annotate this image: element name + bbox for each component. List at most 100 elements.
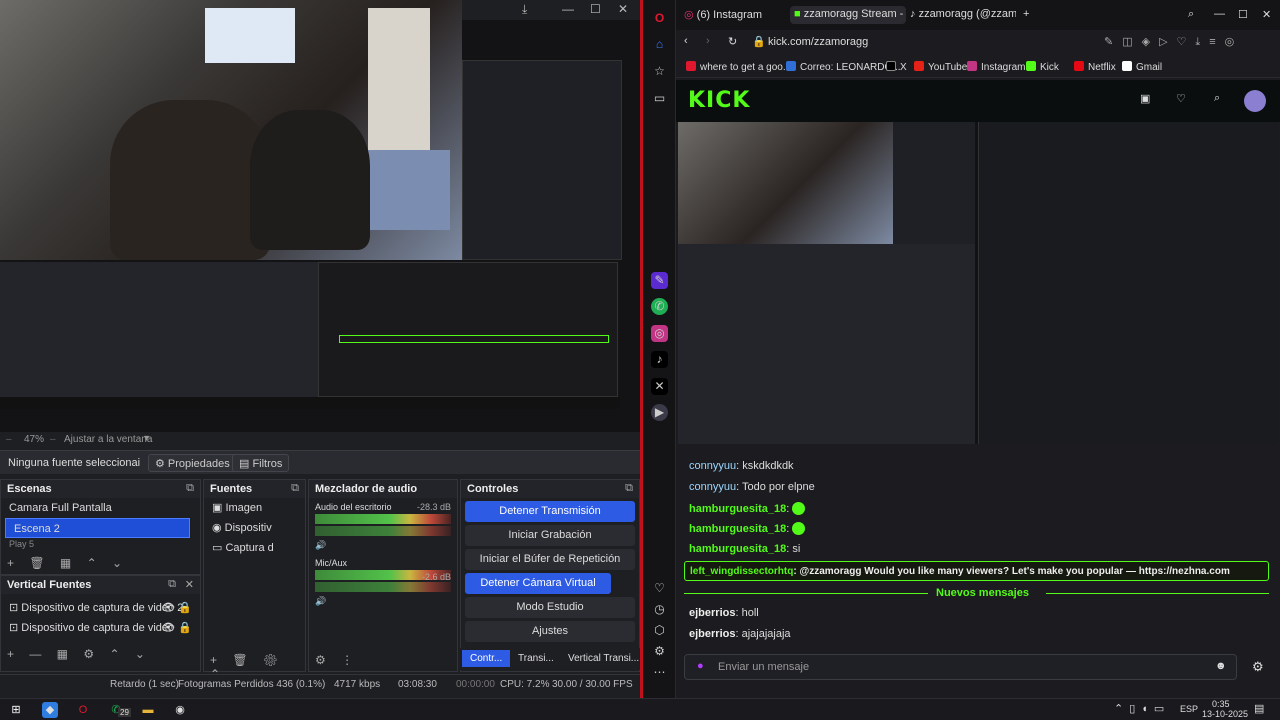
obs-icon[interactable]: ◉ xyxy=(172,702,188,718)
chat-username[interactable]: hamburguesita_18 xyxy=(689,503,786,515)
close-icon[interactable]: ✕ xyxy=(185,578,194,591)
replay-buffer-button[interactable]: Iniciar el Búfer de Repetición xyxy=(465,549,635,570)
stop-stream-button[interactable]: Detener Transmisión xyxy=(465,501,635,522)
new-tab-button[interactable]: + xyxy=(1019,6,1033,24)
settings-icon[interactable]: ⚙ xyxy=(651,643,668,660)
forward-icon[interactable]: › xyxy=(706,35,710,47)
tiktok-icon[interactable]: ♪ xyxy=(651,351,668,368)
emoji-icon[interactable]: ☻ xyxy=(1215,660,1227,672)
mixer-footer[interactable]: ⚙ ⋮ xyxy=(309,651,457,671)
zoom-level[interactable]: 47% xyxy=(24,434,44,445)
search-icon[interactable]: ⌕ xyxy=(1214,92,1220,105)
tab-controls[interactable]: Contr... xyxy=(462,650,511,667)
filters-button[interactable]: ▤ Filtros xyxy=(232,454,290,472)
more-icon[interactable]: ⋯ xyxy=(651,664,668,681)
volume-slider[interactable]: 🔊 xyxy=(315,540,451,550)
avatar[interactable] xyxy=(1244,90,1266,112)
chat-username[interactable]: connyyuu xyxy=(689,481,736,493)
chat-username[interactable]: left_wingdissectorhtq xyxy=(690,566,793,577)
maximize-icon[interactable]: ☐ xyxy=(1234,6,1252,24)
start-recording-button[interactable]: Iniciar Grabación xyxy=(465,525,635,546)
start-icon[interactable]: ⊞ xyxy=(8,702,24,718)
search-icon[interactable]: ⌕ xyxy=(1184,6,1198,24)
microphone-icon[interactable]: ● xyxy=(697,660,704,672)
chat-input[interactable]: ● Enviar un mensaje ☻ xyxy=(684,654,1237,680)
clock-time[interactable]: 0:35 xyxy=(1212,699,1230,709)
opera-icon[interactable]: O xyxy=(75,702,91,718)
studio-mode-button[interactable]: Modo Estudio xyxy=(465,597,635,618)
bookmark-item[interactable]: Netflix xyxy=(1074,61,1116,73)
address-toolbar-icons[interactable]: ✎◫◈▷♡⤓≡◎ xyxy=(1104,35,1243,49)
volume-slider[interactable]: 🔊 xyxy=(315,596,451,606)
notifications-icon[interactable]: ▤ xyxy=(1254,702,1264,715)
box-icon[interactable]: ⬡ xyxy=(651,622,668,639)
vertical-source-item[interactable]: ⊡ Dispositivo de captura de video 👁 🔒 xyxy=(1,618,200,638)
close-icon[interactable]: ✕ xyxy=(618,2,628,16)
messenger-icon[interactable]: ▭ xyxy=(651,90,668,107)
tab-instagram[interactable]: ◎ (6) Instagram xyxy=(680,6,790,24)
tab-vertical-transitions[interactable]: Vertical Transi... xyxy=(568,653,639,664)
dock-float-icon[interactable]: ⧉ xyxy=(291,482,299,495)
properties-button[interactable]: ⚙ Propiedades xyxy=(148,454,237,472)
vertical-sources-footer[interactable]: + — ▦ ⚙ ⌃ ⌄ xyxy=(1,645,200,665)
source-item[interactable]: ▭ Captura d xyxy=(204,538,305,558)
player-icon[interactable]: ▶ xyxy=(651,404,668,421)
eye-lock-icon[interactable]: 👁 🔒 xyxy=(161,618,192,638)
maximize-icon[interactable]: ☐ xyxy=(590,2,601,16)
tab-kick-stream[interactable]: ■ zzamoragg Stream - Wat xyxy=(790,6,906,24)
chat-username[interactable]: connyyuu xyxy=(689,460,736,472)
scene-item[interactable]: Camara Full Pantalla xyxy=(1,498,200,518)
tab-transitions[interactable]: Transi... xyxy=(518,653,554,664)
chat-settings-icon[interactable]: ⚙ xyxy=(1252,659,1264,675)
scene-item[interactable]: Play 5 xyxy=(1,538,200,550)
stream-video[interactable] xyxy=(678,122,1278,444)
minimize-icon[interactable]: — xyxy=(1210,6,1229,24)
kick-logo[interactable]: KICK xyxy=(688,88,750,113)
opera-logo-icon[interactable]: O xyxy=(651,10,668,27)
star-icon[interactable]: ☆ xyxy=(651,63,668,80)
chat-username[interactable]: ejberrios xyxy=(689,607,735,619)
source-item[interactable]: ▣ Imagen xyxy=(204,498,305,518)
sources-footer[interactable]: + 🗑 ⚙ ⌃ xyxy=(204,651,305,681)
close-icon[interactable]: ✕ xyxy=(1258,6,1275,24)
folder-icon[interactable]: ▬ xyxy=(140,702,156,718)
back-icon[interactable]: ‹ xyxy=(684,35,688,47)
bookmark-item[interactable]: X xyxy=(886,61,907,73)
heart-icon[interactable]: ♡ xyxy=(651,580,668,597)
tab-tiktok[interactable]: ♪ zzamoragg (@zzamo xyxy=(906,6,1016,24)
url-field[interactable]: kick.com/zzamoragg xyxy=(768,36,868,48)
whatsapp-icon[interactable]: ✆ xyxy=(651,298,668,315)
bookmark-item[interactable]: Gmail xyxy=(1122,61,1162,73)
language[interactable]: ESP xyxy=(1180,704,1198,714)
chat-username[interactable]: hamburguesita_18 xyxy=(689,523,786,535)
clock-date[interactable]: 13-10-2025 xyxy=(1202,709,1248,719)
scene-item-selected[interactable]: Escena 2 xyxy=(5,518,190,538)
instagram-icon[interactable]: ◎ xyxy=(651,325,668,342)
x-icon[interactable]: ✕ xyxy=(651,378,668,395)
chevron-down-icon[interactable]: ▾ xyxy=(144,433,149,444)
eye-lock-icon[interactable]: 👁 🔒 xyxy=(161,598,192,618)
reload-icon[interactable]: ↻ xyxy=(728,35,737,48)
chat-username[interactable]: ejberrios xyxy=(689,628,735,640)
bookmark-item[interactable]: where to get a goo... xyxy=(686,61,791,73)
bookmark-item[interactable]: Kick xyxy=(1026,61,1059,73)
source-item[interactable]: ◉ Dispositiv xyxy=(204,518,305,538)
aria-icon[interactable]: ✎ xyxy=(651,272,668,289)
store-icon[interactable]: ▣ xyxy=(1140,92,1150,105)
stop-virtual-camera-button[interactable]: Detener Cámara Virtual xyxy=(465,573,611,594)
settings-button[interactable]: Ajustes xyxy=(465,621,635,642)
dock-float-icon[interactable]: ⧉ xyxy=(625,482,633,495)
dock-float-icon[interactable]: ⧉ xyxy=(186,482,194,495)
bookmark-item[interactable]: Correo: LEONARDO... xyxy=(786,61,901,73)
bookmark-item[interactable]: YouTube xyxy=(914,61,967,73)
home-icon[interactable]: ⌂ xyxy=(651,36,668,53)
tray-icons[interactable]: ⌃▯◖▭ xyxy=(1114,702,1170,715)
minimize-icon[interactable]: — xyxy=(562,2,574,16)
heart-icon[interactable]: ♡ xyxy=(1176,92,1186,105)
copilot-icon[interactable]: ◆ xyxy=(42,702,58,718)
chat-username[interactable]: hamburguesita_18 xyxy=(689,543,786,555)
fit-window-label[interactable]: Ajustar a la ventana xyxy=(64,434,152,445)
history-icon[interactable]: ◷ xyxy=(651,601,668,618)
scenes-footer[interactable]: + 🗑 ▦ ⌃ ⌄ xyxy=(1,554,200,574)
pin-icon[interactable]: ⤓ xyxy=(522,2,527,17)
